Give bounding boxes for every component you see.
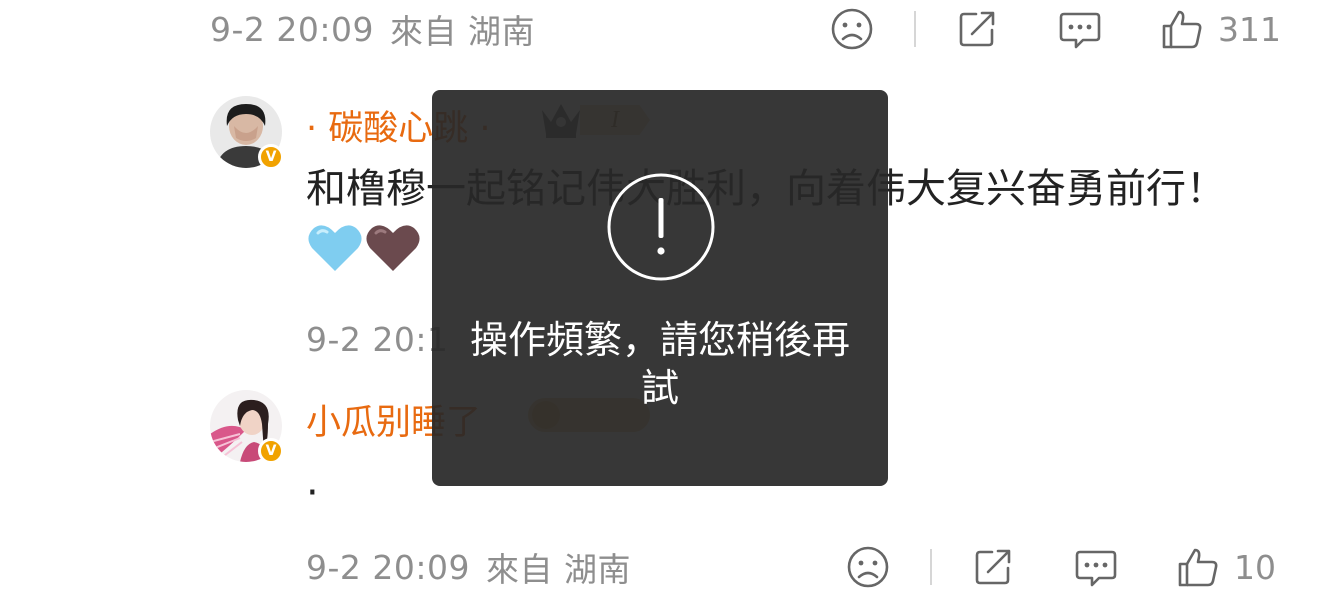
dislike-button[interactable] [830, 7, 874, 51]
exclamation-circle-icon [607, 173, 715, 281]
comment1-meta: 9-2 20:1 [306, 314, 449, 364]
share-button[interactable] [956, 8, 998, 50]
like-count: 10 [1234, 547, 1276, 587]
action-divider [914, 11, 916, 47]
avatar[interactable]: V [210, 96, 284, 170]
thumbs-up-icon [1162, 10, 1202, 49]
share-icon [959, 11, 995, 47]
reply-button[interactable] [1058, 7, 1102, 51]
comment-location: 來自 湖南 [390, 12, 535, 51]
comment-top-actions: 311 [830, 4, 1281, 54]
toast-message: 操作頻繁，請您稍後再試 [469, 318, 850, 410]
comment-location: 來自 湖南 [486, 550, 631, 589]
thumbs-up-icon [1178, 548, 1218, 587]
comment-top-meta: 9-2 20:09 來自 湖南 [210, 4, 535, 54]
avatar[interactable]: V [210, 390, 284, 464]
like-button[interactable]: 10 [1176, 545, 1276, 589]
verified-badge: V [258, 438, 284, 464]
comment-icon [1075, 550, 1117, 587]
comment-time: 9-2 20:1 [306, 319, 449, 359]
like-count: 311 [1218, 9, 1281, 49]
sad-face-icon [847, 546, 889, 588]
comment-time: 9-2 20:09 [210, 9, 374, 49]
share-icon [975, 549, 1011, 585]
sad-face-icon [831, 8, 873, 50]
comment-body: · [306, 470, 319, 516]
comment-text: · [306, 462, 319, 525]
heart-blue-icon [306, 221, 364, 294]
heart-brown-icon [364, 221, 422, 294]
reply-button[interactable] [1074, 545, 1118, 589]
comment2-actions: 10 [846, 542, 1276, 592]
comment2-meta: 9-2 20:09 來自 湖南 [306, 542, 631, 592]
like-button[interactable]: 311 [1160, 7, 1281, 51]
comment-icon [1059, 12, 1101, 49]
share-button[interactable] [972, 546, 1014, 588]
comment-time: 9-2 20:09 [306, 547, 470, 587]
error-toast: 操作頻繁，請您稍後再試 [432, 90, 888, 486]
verified-badge: V [258, 144, 284, 170]
action-divider [930, 549, 932, 585]
dislike-button[interactable] [846, 545, 890, 589]
